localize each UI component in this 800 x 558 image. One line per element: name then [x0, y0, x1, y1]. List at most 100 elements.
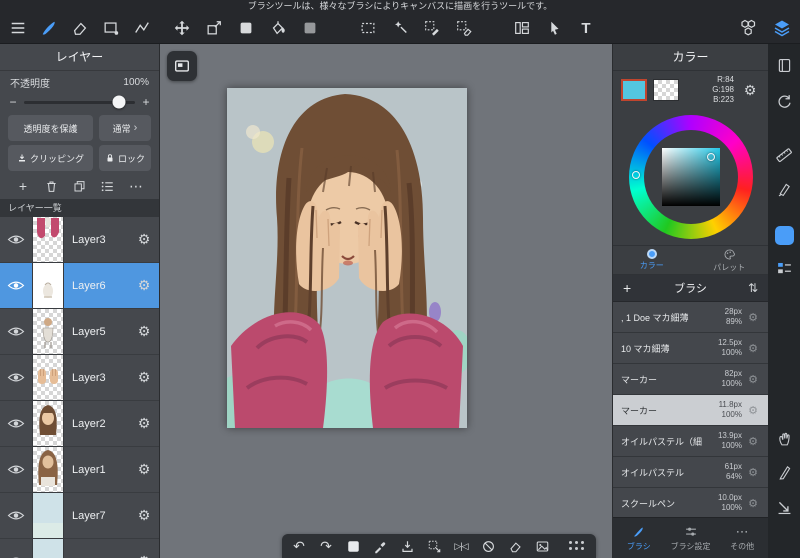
opacity-slider-track[interactable] — [24, 95, 135, 109]
layer-row[interactable]: Layer2 ⚙ — [0, 401, 159, 447]
brush-row[interactable]: オイルパステル 61px 64% ⚙ — [613, 457, 768, 488]
ruler-icon[interactable] — [773, 144, 795, 166]
palette-list-icon[interactable] — [773, 257, 795, 279]
layer-settings-gear-icon[interactable]: ⚙ — [129, 539, 159, 558]
brush-row[interactable]: マーカー 82px 100% ⚙ — [613, 364, 768, 395]
tab-palette[interactable]: パレット — [691, 246, 769, 274]
flip-horizontal-icon[interactable]: ▷|◁ — [452, 537, 470, 555]
gradient-swatch-icon[interactable] — [300, 18, 320, 38]
sort-brushes-icon[interactable]: ⇅ — [738, 281, 758, 295]
saturation-value-square[interactable] — [661, 148, 720, 206]
hue-ring[interactable] — [628, 115, 753, 239]
layer-thumbnail[interactable] — [32, 401, 64, 446]
cursor-tool-icon[interactable] — [544, 18, 564, 38]
layer-settings-gear-icon[interactable]: ⚙ — [129, 493, 159, 538]
visibility-eye-icon[interactable] — [0, 493, 32, 538]
text-tool-icon[interactable]: T — [576, 18, 596, 38]
transform-tool-icon[interactable] — [204, 18, 224, 38]
active-color-swatch[interactable] — [773, 224, 795, 246]
navigator-button[interactable] — [167, 51, 197, 81]
layer-settings-gear-icon[interactable]: ⚙ — [129, 447, 159, 492]
undo-icon[interactable]: ↶ — [290, 537, 308, 555]
layer-settings-gear-icon[interactable]: ⚙ — [129, 355, 159, 400]
brush-settings-gear-icon[interactable]: ⚙ — [744, 435, 762, 448]
select-rect-tool-icon[interactable] — [358, 18, 378, 38]
canvas-area[interactable]: ↶ ↷ ▷|◁ — [160, 44, 612, 558]
layer-row[interactable]: Layer3 ⚙ — [0, 217, 159, 263]
select-transform-icon[interactable] — [425, 537, 443, 555]
brush-tool-icon[interactable] — [39, 18, 59, 38]
brush-row[interactable]: オイルパステル（細） 13.9px100% ⚙ — [613, 426, 768, 457]
layer-row[interactable]: Layer5 ⚙ — [0, 309, 159, 355]
layer-settings-gear-icon[interactable]: ⚙ — [129, 263, 159, 308]
brush-row[interactable]: , 1 Doe マカ細薄 28px 89% ⚙ — [613, 302, 768, 333]
brush-settings-gear-icon[interactable]: ⚙ — [744, 497, 762, 510]
drag-handle-icon[interactable] — [566, 537, 588, 555]
polyline-tool-icon[interactable] — [132, 18, 152, 38]
layer-settings-gear-icon[interactable]: ⚙ — [129, 401, 159, 446]
magic-wand-tool-icon[interactable] — [390, 18, 410, 38]
layer-row-selected[interactable]: Layer6 ⚙ — [0, 263, 159, 309]
protect-alpha-button[interactable]: 透明度を保護 — [8, 115, 93, 141]
eyedropper-icon[interactable] — [371, 537, 389, 555]
current-color-swatch[interactable] — [621, 79, 647, 101]
add-layer-button[interactable]: + — [14, 177, 32, 195]
clipping-button[interactable]: クリッピング — [8, 145, 93, 171]
brush-settings-gear-icon[interactable]: ⚙ — [744, 311, 762, 324]
layer-row[interactable]: Layer1 ⚙ — [0, 447, 159, 493]
brush-row[interactable]: 10 マカ細薄 12.5px 100% ⚙ — [613, 333, 768, 364]
opacity-slider[interactable]: − + — [0, 91, 159, 113]
white-swatch-icon[interactable] — [344, 537, 362, 555]
layers-panel-icon[interactable] — [772, 18, 792, 38]
opacity-plus-button[interactable]: + — [141, 95, 151, 109]
move-tool-icon[interactable] — [172, 18, 192, 38]
brush-settings-gear-icon[interactable]: ⚙ — [744, 404, 762, 417]
visibility-eye-icon[interactable] — [0, 309, 32, 354]
tab-brush-settings[interactable]: ブラシ設定 — [665, 518, 717, 558]
duplicate-layer-button[interactable] — [71, 177, 89, 195]
delete-layer-button[interactable] — [42, 177, 60, 195]
brush-settings-gear-icon[interactable]: ⚙ — [744, 373, 762, 386]
fill-swatch-icon[interactable] — [236, 18, 256, 38]
layer-thumbnail[interactable] — [32, 263, 64, 308]
layer-thumbnail[interactable] — [32, 217, 64, 262]
layer-settings-gear-icon[interactable]: ⚙ — [129, 217, 159, 262]
image-icon[interactable] — [533, 537, 551, 555]
reference-book-icon[interactable] — [773, 54, 795, 76]
select-pen-tool-icon[interactable] — [422, 18, 442, 38]
eraser-tool-icon[interactable] — [70, 18, 90, 38]
stylus-pen-icon[interactable] — [773, 460, 795, 482]
add-brush-button[interactable]: + — [623, 280, 643, 296]
layer-thumbnail[interactable] — [32, 355, 64, 400]
layer-row[interactable]: Layer7 ⚙ — [0, 493, 159, 539]
layer-thumbnail[interactable] — [32, 539, 64, 558]
color-settings-gear-icon[interactable]: ⚙ — [740, 82, 760, 99]
canvas-artwork[interactable] — [227, 88, 471, 428]
menu-icon[interactable] — [8, 18, 28, 38]
shape-tool-icon[interactable] — [101, 18, 121, 38]
blend-mode-button[interactable]: 通常 › — [99, 115, 151, 141]
brush-settings-gear-icon[interactable]: ⚙ — [744, 342, 762, 355]
tab-color[interactable]: カラー — [613, 246, 691, 274]
opacity-minus-button[interactable]: − — [8, 95, 18, 109]
layer-settings-gear-icon[interactable]: ⚙ — [129, 309, 159, 354]
hand-pan-icon[interactable] — [773, 427, 795, 449]
layer-thumbnail[interactable] — [32, 493, 64, 538]
layer-thumbnail[interactable] — [32, 447, 64, 492]
redo-icon[interactable]: ↷ — [317, 537, 335, 555]
opacity-slider-knob[interactable] — [112, 95, 126, 109]
layer-row-partial[interactable]: ⚙ — [0, 539, 159, 558]
layer-list-options-button[interactable] — [99, 177, 117, 195]
visibility-eye-icon[interactable] — [0, 447, 32, 492]
materials-honeycomb-icon[interactable] — [738, 18, 758, 38]
tab-others[interactable]: ⋯ その他 — [716, 518, 768, 558]
fullscreen-corner-arrow-icon[interactable] — [773, 496, 795, 518]
visibility-eye-icon[interactable] — [0, 263, 32, 308]
visibility-eye-icon[interactable] — [0, 217, 32, 262]
visibility-eye-icon[interactable] — [0, 401, 32, 446]
tab-brush[interactable]: ブラシ — [613, 518, 665, 558]
visibility-eye-icon[interactable] — [0, 355, 32, 400]
select-eraser-tool-icon[interactable] — [454, 18, 474, 38]
more-layer-actions-button[interactable]: ⋯ — [127, 177, 145, 195]
layer-row[interactable]: Layer3 ⚙ — [0, 355, 159, 401]
